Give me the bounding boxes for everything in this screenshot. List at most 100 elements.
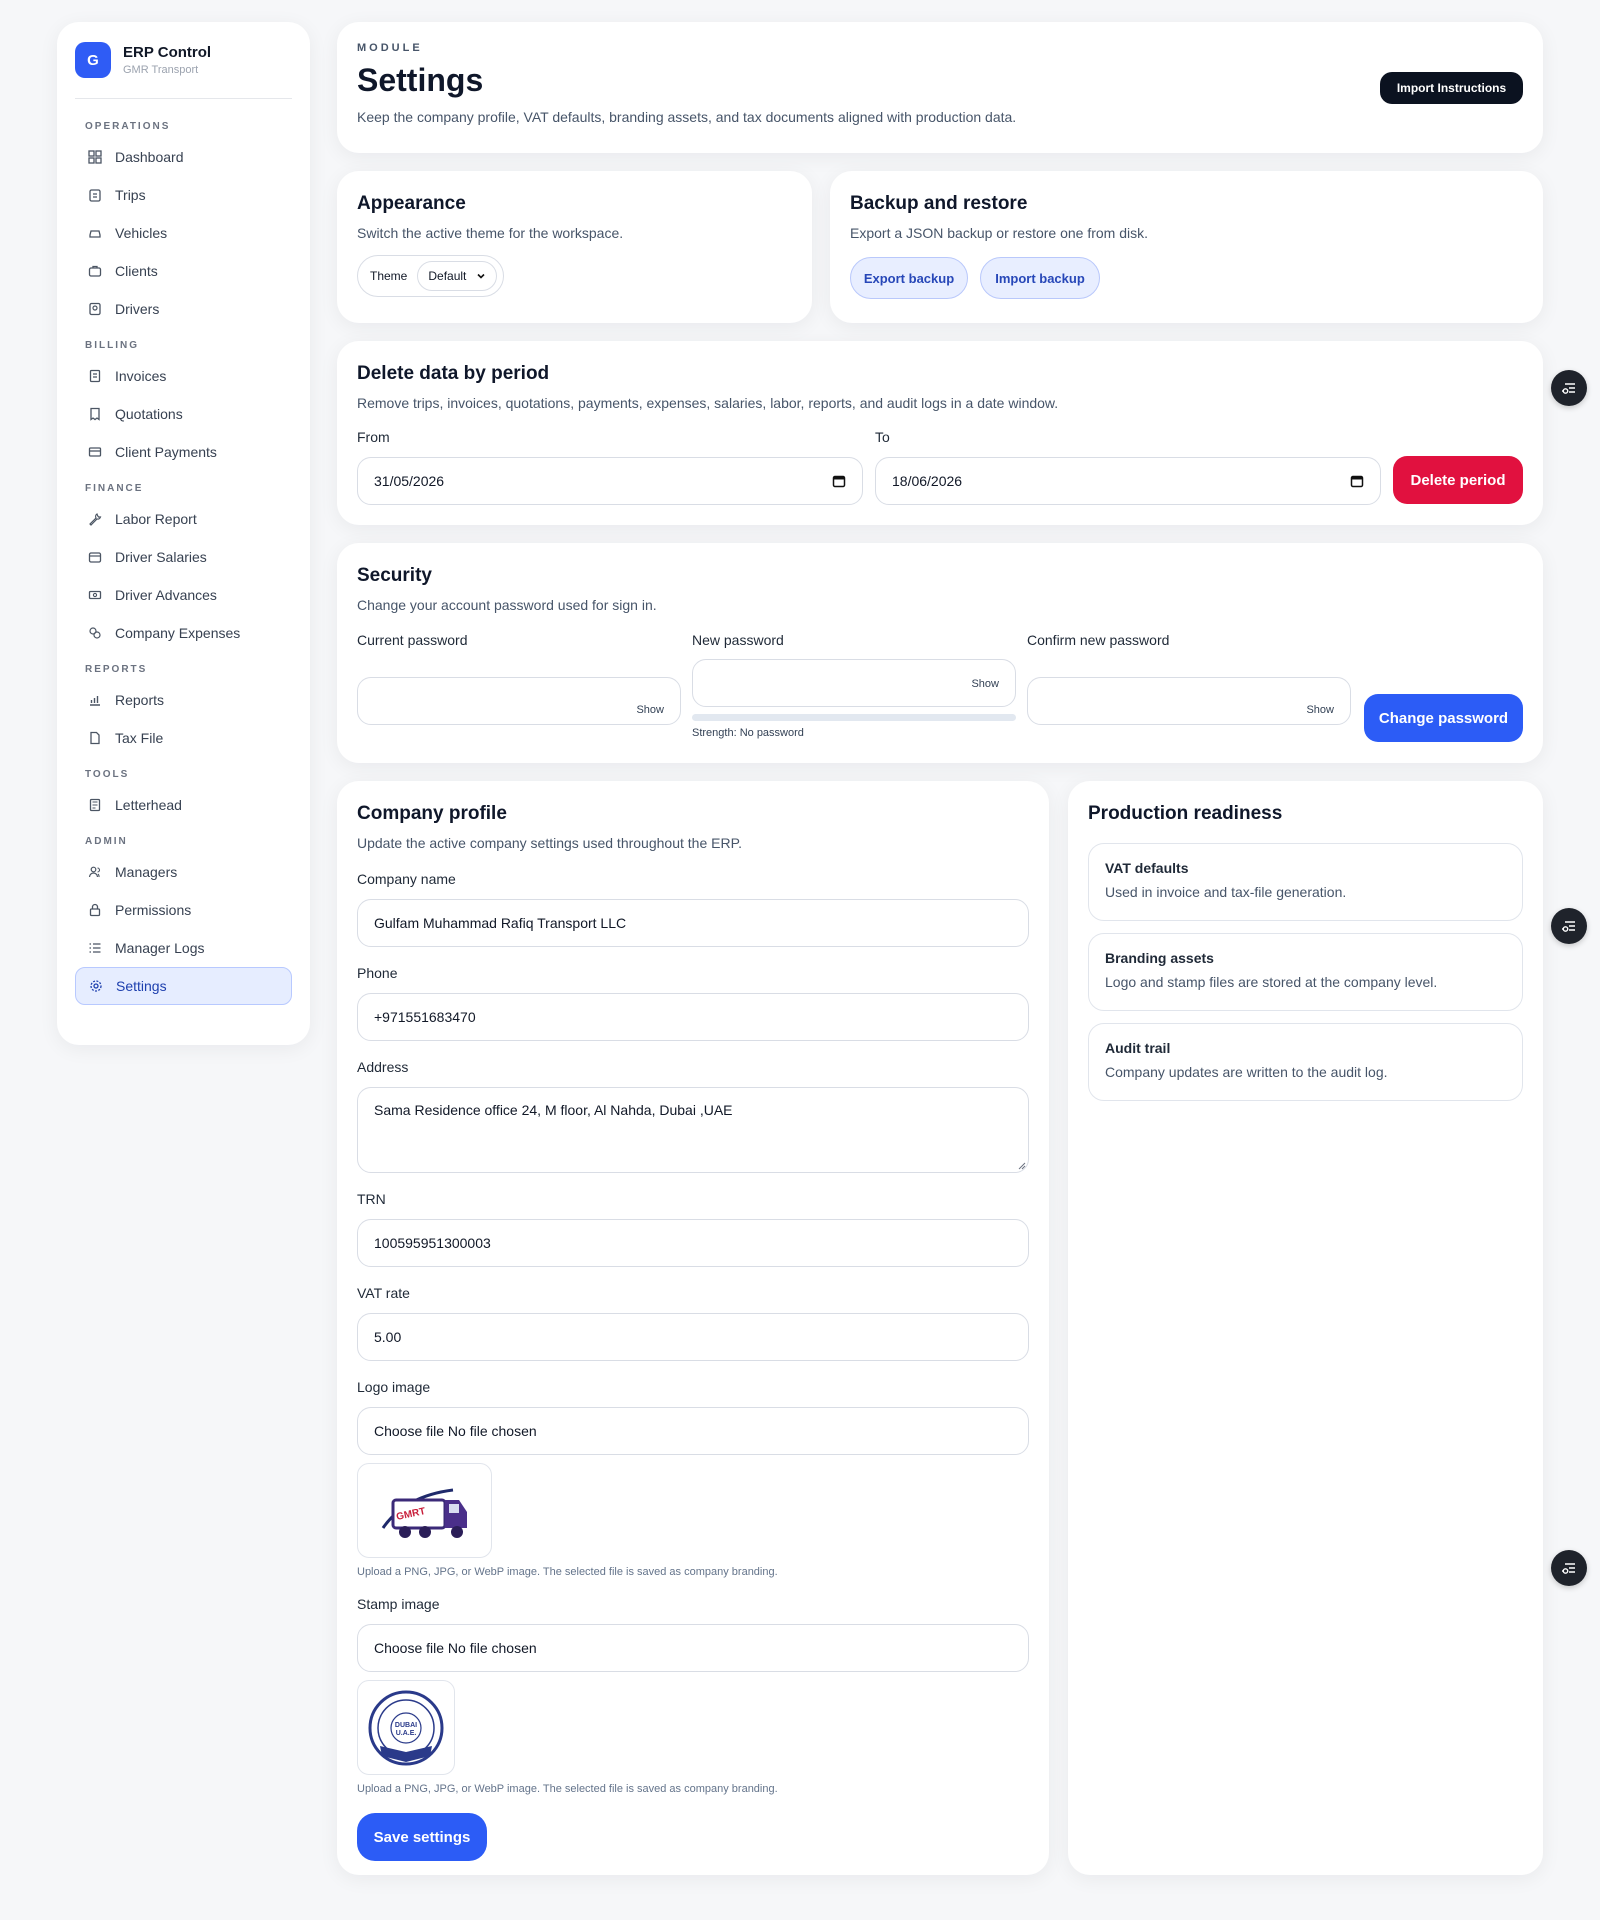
sidebar-item-label: Invoices: [115, 368, 167, 384]
sidebar-item-driver-advances[interactable]: Driver Advances: [75, 576, 292, 614]
sidebar-item-tax-file[interactable]: Tax File: [75, 719, 292, 757]
delete-period-button[interactable]: Delete period: [1393, 456, 1523, 504]
company-name-label: Company name: [357, 871, 456, 887]
brand-logo: G: [75, 42, 111, 78]
export-backup-button[interactable]: Export backup: [850, 257, 968, 299]
sidebar-item-letterhead[interactable]: Letterhead: [75, 786, 292, 824]
readiness-item-description: Logo and stamp files are stored at the c…: [1105, 974, 1438, 990]
sidebar-item-label: Letterhead: [115, 797, 182, 813]
sidebar-item-label: Clients: [115, 263, 158, 279]
to-date-value: 18/06/2026: [892, 473, 963, 489]
calendar-icon[interactable]: [1350, 474, 1364, 488]
floating-tools-button[interactable]: [1551, 1550, 1587, 1586]
resize-handle-icon[interactable]: [1018, 1162, 1026, 1170]
floating-tools-button[interactable]: [1551, 908, 1587, 944]
change-password-button[interactable]: Change password: [1364, 694, 1523, 742]
payment-icon: [87, 444, 103, 460]
from-date-input[interactable]: 31/05/2026: [357, 457, 863, 505]
new-password-input[interactable]: Show: [692, 659, 1016, 707]
sidebar-item-dashboard[interactable]: Dashboard: [75, 138, 292, 176]
company-name-input[interactable]: Gulfam Muhammad Rafiq Transport LLC: [357, 899, 1029, 947]
show-password-toggle[interactable]: Show: [1306, 704, 1334, 716]
document-icon: [87, 368, 103, 384]
sidebar-item-manager-logs[interactable]: Manager Logs: [75, 929, 292, 967]
sidebar-nav: OPERATIONS Dashboard Trips Vehicles Clients D…: [75, 121, 292, 1005]
address-textarea[interactable]: Sama Residence office 24, M floor, Al Na…: [357, 1087, 1029, 1173]
readiness-item-title: Audit trail: [1105, 1040, 1171, 1056]
stamp-text-line-2: U.A.E.: [396, 1730, 417, 1737]
sidebar-item-label: Quotations: [115, 406, 183, 422]
sidebar-item-drivers[interactable]: Drivers: [75, 290, 292, 328]
save-settings-button[interactable]: Save settings: [357, 1813, 487, 1861]
show-password-toggle[interactable]: Show: [636, 704, 664, 716]
trn-label: TRN: [357, 1191, 386, 1207]
theme-control: Theme Default: [357, 255, 505, 297]
id-badge-icon: [87, 301, 103, 317]
delete-period-title: Delete data by period: [357, 363, 550, 384]
confirm-password-input[interactable]: Show: [1027, 677, 1351, 725]
sidebar-item-labor-report[interactable]: Labor Report: [75, 500, 292, 538]
chart-icon: [87, 692, 103, 708]
logo-file-input[interactable]: Choose file No file chosen: [357, 1407, 1029, 1455]
sidebar-item-managers[interactable]: Managers: [75, 853, 292, 891]
to-date-input[interactable]: 18/06/2026: [875, 457, 1381, 505]
readiness-item-description: Used in invoice and tax-file generation.: [1105, 884, 1347, 900]
wallet-icon: [87, 549, 103, 565]
company-profile-title: Company profile: [357, 803, 507, 824]
vat-rate-input[interactable]: 5.00: [357, 1313, 1029, 1361]
sidebar-item-clients[interactable]: Clients: [75, 252, 292, 290]
password-strength-bar: [692, 714, 1016, 721]
sidebar-item-settings[interactable]: Settings: [75, 967, 292, 1005]
backup-actions: Export backup Import backup: [850, 257, 1523, 299]
sidebar-item-permissions[interactable]: Permissions: [75, 891, 292, 929]
import-instructions-button[interactable]: Import Instructions: [1380, 72, 1523, 104]
nav-section-title: BILLING: [85, 340, 139, 351]
grid-icon: [87, 149, 103, 165]
sidebar-item-reports[interactable]: Reports: [75, 681, 292, 719]
company-stamp-image: DUBAI U.A.E.: [368, 1690, 444, 1765]
coins-icon: [87, 625, 103, 641]
logo-preview: GMRT: [357, 1463, 492, 1558]
readiness-item-title: VAT defaults: [1105, 860, 1189, 876]
delete-period-card: Delete data by period Remove trips, invo…: [337, 341, 1543, 525]
sidebar-item-label: Dashboard: [115, 149, 184, 165]
wrench-icon: [87, 511, 103, 527]
stamp-image-label: Stamp image: [357, 1596, 440, 1612]
readiness-item-description: Company updates are written to the audit…: [1105, 1064, 1388, 1080]
sidebar-item-label: Driver Salaries: [115, 549, 207, 565]
trn-input[interactable]: 100595951300003: [357, 1219, 1029, 1267]
nav-section-title: TOOLS: [85, 769, 130, 780]
sidebar-item-company-expenses[interactable]: Company Expenses: [75, 614, 292, 652]
floating-tools-button[interactable]: [1551, 370, 1587, 406]
theme-label: Theme: [370, 269, 408, 283]
theme-select[interactable]: Default: [417, 261, 498, 291]
vat-rate-label: VAT rate: [357, 1285, 410, 1301]
stamp-preview: DUBAI U.A.E.: [357, 1680, 455, 1775]
password-strength-text: Strength: No password: [692, 727, 804, 739]
nav-section-title: OPERATIONS: [85, 121, 171, 132]
sidebar-item-quotations[interactable]: Quotations: [75, 395, 292, 433]
from-date-value: 31/05/2026: [374, 473, 445, 489]
sidebar-item-label: Permissions: [115, 902, 192, 918]
phone-input[interactable]: +971551683470: [357, 993, 1029, 1041]
eyebrow: MODULE: [357, 42, 423, 54]
theme-select-value: Default: [428, 269, 467, 283]
sidebar-item-invoices[interactable]: Invoices: [75, 357, 292, 395]
letterhead-icon: [87, 797, 103, 813]
sidebar-item-trips[interactable]: Trips: [75, 176, 292, 214]
production-readiness-card: Production readiness VAT defaults Used in…: [1068, 781, 1543, 1875]
clipboard-icon: [87, 187, 103, 203]
sidebar-item-client-payments[interactable]: Client Payments: [75, 433, 292, 471]
file-icon: [87, 730, 103, 746]
settings-sliders-icon: [1562, 921, 1575, 932]
sidebar-item-label: Drivers: [115, 301, 160, 317]
show-password-toggle[interactable]: Show: [971, 678, 999, 690]
stamp-file-input[interactable]: Choose file No file chosen: [357, 1624, 1029, 1672]
settings-sliders-icon: [1562, 1563, 1575, 1574]
calendar-icon[interactable]: [832, 474, 846, 488]
sidebar-item-driver-salaries[interactable]: Driver Salaries: [75, 538, 292, 576]
current-password-input[interactable]: Show: [357, 677, 681, 725]
sidebar-item-vehicles[interactable]: Vehicles: [75, 214, 292, 252]
sidebar-item-label: Company Expenses: [115, 625, 241, 641]
import-backup-button[interactable]: Import backup: [980, 257, 1100, 299]
